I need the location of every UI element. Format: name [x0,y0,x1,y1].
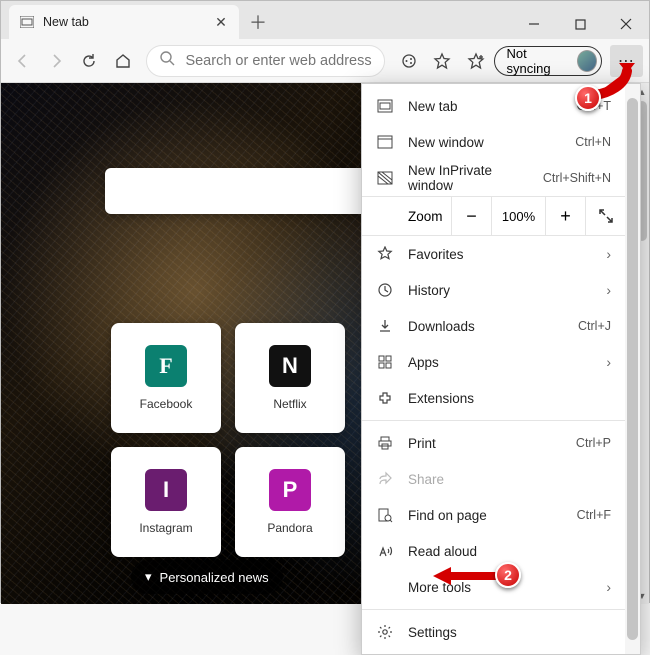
annotation-step-2: 2 [495,562,521,588]
tab-close-icon[interactable]: ✕ [213,14,229,30]
window-maximize-button[interactable] [557,9,603,39]
menu-item-read-aloud[interactable]: Read aloud [362,533,625,569]
toolbar: Not syncing ⋯ [1,39,649,83]
menu-item-apps[interactable]: Apps › [362,344,625,380]
tile-label: Netflix [273,397,306,411]
chevron-down-icon: ▾ [145,569,152,585]
print-icon [376,434,394,452]
personalized-news-toggle[interactable]: ▾ Personalized news [131,560,283,594]
menu-separator [362,420,625,421]
annotation-step-1: 1 [575,85,601,111]
extensions-icon [376,389,394,407]
scroll-thumb[interactable] [627,98,638,640]
apps-icon [376,353,394,371]
menu-label: New window [408,135,561,150]
collections-icon[interactable] [460,44,491,78]
refresh-button[interactable] [74,44,105,78]
menu-label: Favorites [408,247,592,262]
window-close-button[interactable] [603,9,649,39]
inprivate-icon [376,169,394,187]
new-tab-button[interactable]: ＋ [243,7,273,37]
quick-link-facebook[interactable]: F Facebook [111,323,221,433]
menu-item-history[interactable]: History › [362,272,625,308]
menu-item-favorites[interactable]: Favorites › [362,236,625,272]
chevron-right-icon: › [606,354,611,370]
news-label: Personalized news [160,570,269,585]
tile-label: Facebook [140,397,193,411]
tab-title: New tab [43,15,205,29]
tile-icon: P [269,469,311,511]
menu-scrollbar[interactable] [625,84,640,654]
menu-label: Apps [408,355,592,370]
menu-label: Print [408,436,562,451]
menu-item-new-window[interactable]: New window Ctrl+N [362,124,625,160]
address-input[interactable] [185,53,372,69]
menu-item-new-inprivate[interactable]: New InPrivate window Ctrl+Shift+N [362,160,625,196]
menu-label: New InPrivate window [408,163,529,193]
menu-separator [362,609,625,610]
tile-icon: N [269,345,311,387]
fullscreen-button[interactable] [585,197,625,235]
quick-links-grid: F Facebook N Netflix I Instagram P Pando… [111,323,345,557]
tab-favicon-icon [19,14,35,30]
menu-label: New tab [408,99,563,114]
sync-label: Not syncing [507,46,569,76]
annotation-arrow-2 [433,565,503,592]
back-button [7,44,38,78]
menu-label: History [408,283,592,298]
quick-link-netflix[interactable]: N Netflix [235,323,345,433]
profile-sync-button[interactable]: Not syncing [494,46,602,76]
browser-tab[interactable]: New tab ✕ [9,5,239,39]
tile-label: Pandora [267,521,312,535]
quick-link-pandora[interactable]: P Pandora [235,447,345,557]
zoom-out-button[interactable]: − [451,197,491,235]
menu-label: Downloads [408,319,564,334]
chevron-right-icon: › [606,246,611,262]
menu-item-find[interactable]: Find on page Ctrl+F [362,497,625,533]
menu-item-share: Share [362,461,625,497]
window-minimize-button[interactable] [511,9,557,39]
chevron-right-icon: › [606,282,611,298]
tile-label: Instagram [139,521,192,535]
download-icon [376,317,394,335]
zoom-in-button[interactable]: + [545,197,585,235]
find-icon [376,506,394,524]
search-icon [159,50,175,71]
blank-icon [376,578,394,596]
menu-shortcut: Ctrl+N [575,135,611,149]
menu-item-extensions[interactable]: Extensions [362,380,625,416]
new-tab-icon [376,97,394,115]
menu-item-settings[interactable]: Settings [362,614,625,650]
menu-label: Settings [408,625,611,640]
tile-icon: I [145,469,187,511]
menu-zoom-row: Zoom − 100% + [362,196,625,236]
favorite-star-icon[interactable] [427,44,458,78]
new-window-icon [376,133,394,151]
address-bar[interactable] [146,45,385,77]
read-aloud-icon [376,542,394,560]
gear-icon [376,623,394,641]
zoom-value: 100% [491,197,545,235]
menu-label: Read aloud [408,544,611,559]
star-icon [376,245,394,263]
zoom-label: Zoom [362,209,451,224]
tile-icon: F [145,345,187,387]
tracking-prevention-icon[interactable] [393,44,424,78]
menu-shortcut: Ctrl+Shift+N [543,171,611,185]
history-icon [376,281,394,299]
menu-shortcut: Ctrl+F [577,508,611,522]
menu-shortcut: Ctrl+P [576,436,611,450]
menu-shortcut: Ctrl+J [578,319,611,333]
forward-button [40,44,71,78]
titlebar: New tab ✕ ＋ [1,1,649,39]
chevron-right-icon: › [606,579,611,595]
menu-label: Share [408,472,611,487]
menu-item-print[interactable]: Print Ctrl+P [362,425,625,461]
menu-label: Find on page [408,508,563,523]
home-button[interactable] [107,44,138,78]
share-icon [376,470,394,488]
quick-link-instagram[interactable]: I Instagram [111,447,221,557]
menu-item-downloads[interactable]: Downloads Ctrl+J [362,308,625,344]
menu-label: Extensions [408,391,611,406]
